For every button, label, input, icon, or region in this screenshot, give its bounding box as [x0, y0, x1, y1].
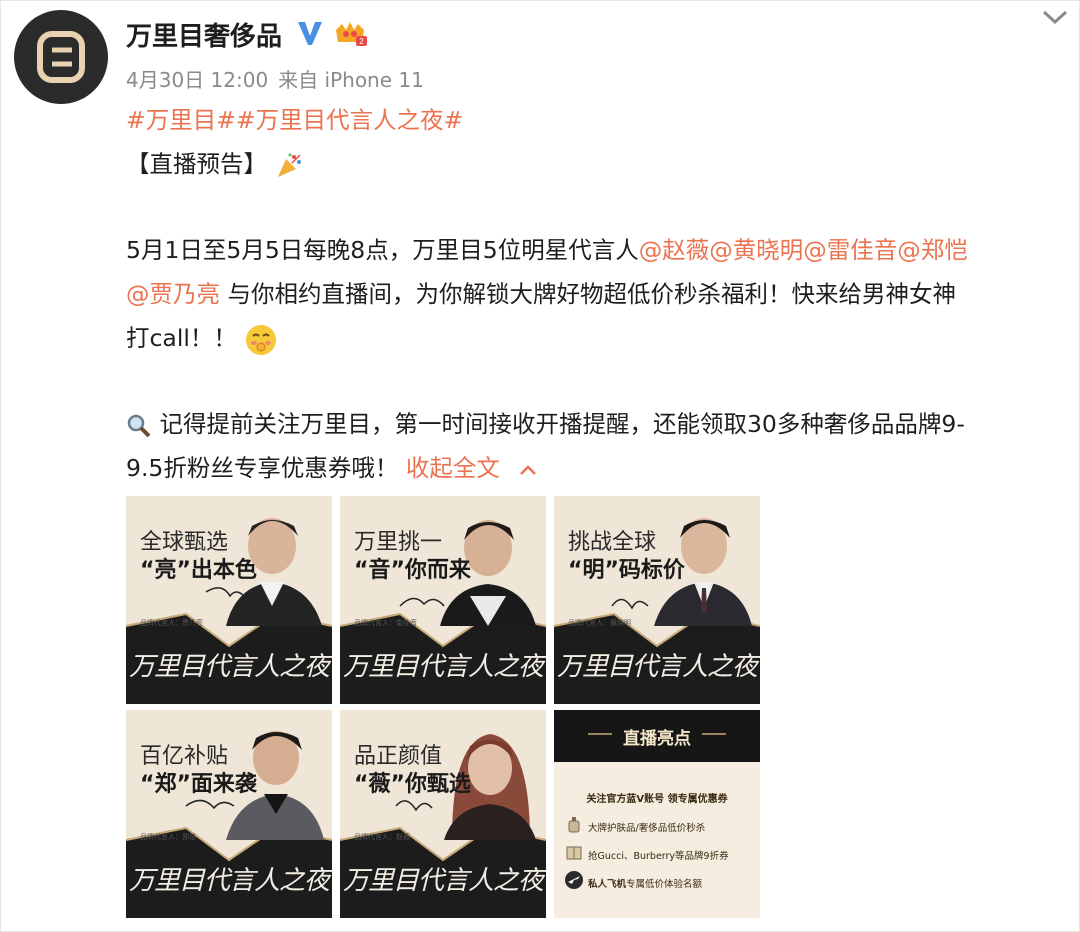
promo-title-line2: “亮”出本色	[140, 558, 257, 583]
promo-image-2[interactable]: 万里挑一 “音”你而来 品牌代言人：雷佳音 万里目代言人之夜	[340, 496, 546, 704]
mention-zhengkai[interactable]: @郑恺	[897, 236, 968, 264]
svg-text:2: 2	[359, 37, 364, 46]
paragraph-2-line-1: 记得提前关注万里目，第一时间接收开播提醒，还能领取30多种奢侈品品牌9-	[126, 402, 1066, 446]
account-name[interactable]: 万里目奢侈品	[126, 16, 282, 53]
preview-line: 【直播预告】	[126, 142, 1066, 186]
post-source: 来自 iPhone 11	[278, 68, 424, 92]
highlight-row-1: 大牌护肤品/奢侈品低价秒杀	[588, 823, 706, 834]
promo-image-4[interactable]: 百亿补贴 “郑”面来袭 品牌代言人：郑恺 万里目代言人之夜	[126, 710, 332, 918]
paragraph-text: 5月1日至5月5日每晚8点，万里目5位明星代言人	[126, 236, 639, 264]
mention-leijiayin[interactable]: @雷佳音	[803, 236, 897, 264]
highlight-row-3-rest: 专属低价体验名额	[626, 879, 703, 890]
promo-banner: 万里目代言人之夜	[128, 652, 330, 682]
highlight-title: 直播亮点	[623, 729, 691, 749]
perfume-bottle-icon	[568, 817, 580, 833]
preview-label: 【直播预告】	[126, 150, 267, 178]
paragraph-text: 记得提前关注万里目，第一时间接收开播提醒，还能领取30多种奢侈品品牌9-	[152, 410, 965, 438]
chevron-up-icon	[520, 464, 537, 475]
paragraph-1-line-3: 打call！！	[126, 316, 1066, 360]
mention-jianailiang[interactable]: @贾乃亮	[126, 280, 220, 308]
paragraph-1-line-2: @贾乃亮 与你相约直播间，为你解锁大牌好物超低价秒杀福利！快来给男神女神	[126, 272, 1066, 316]
paragraph-2-line-2: 9.5折粉丝专享优惠券哦！ 收起全文	[126, 446, 1066, 490]
paragraph-text: 与你相约直播间，为你解锁大牌好物超低价秒杀福利！快来给男神女神	[220, 280, 956, 308]
promo-banner: 万里目代言人之夜	[342, 652, 544, 682]
promo-caption: 品牌代言人：雷佳音	[354, 619, 417, 627]
mention-huangxiaoming[interactable]: @黄晓明	[709, 236, 803, 264]
promo-title-line2: “薇”你甄选	[354, 772, 471, 797]
promo-caption: 品牌代言人：黄晓明	[568, 619, 631, 627]
promo-title-line2: “郑”面来袭	[140, 772, 257, 797]
blush-face-icon	[246, 324, 277, 355]
collapse-text-link[interactable]: 收起全文	[406, 454, 539, 482]
highlight-subtitle: 关注官方蓝V账号 领专属优惠券	[586, 794, 728, 805]
party-popper-icon	[278, 152, 302, 177]
highlight-row-2: 抢Gucci、Burberry等品牌9折券	[588, 851, 729, 862]
topic-links[interactable]: #万里目##万里目代言人之夜#	[126, 106, 463, 134]
coupon-box-icon	[566, 846, 582, 860]
logo-avatar-icon[interactable]	[14, 10, 108, 104]
promo-caption: 品牌代言人：郑恺	[140, 833, 196, 841]
promo-image-1[interactable]: 全球甄选 “亮”出本色 品牌代言人：贾乃亮 万里目代言人之夜	[126, 496, 332, 704]
promo-banner: 万里目代言人之夜	[556, 652, 758, 682]
highlight-row-3-bold: 私人飞机	[588, 879, 627, 890]
paragraph-text: 9.5折粉丝专享优惠券哦！	[126, 454, 399, 482]
paragraph-1-line-1: 5月1日至5月5日每晚8点，万里目5位明星代言人@赵薇@黄晓明@雷佳音@郑恺	[126, 228, 1066, 272]
mention-zhaowei[interactable]: @赵薇	[639, 236, 710, 264]
post-date[interactable]: 4月30日 12:00	[126, 68, 268, 92]
promo-image-3[interactable]: 挑战全球 “明”码标价 品牌代言人：黄晓明 万里目代言人之夜	[554, 496, 760, 704]
chevron-down-icon[interactable]	[1040, 6, 1070, 28]
promo-image-5[interactable]: 品正颜值 “薇”你甄选 品牌代言人：赵薇 万里目代言人之夜	[340, 710, 546, 918]
paragraph-text: 打call！！	[126, 324, 237, 352]
promo-title-line2: “明”码标价	[568, 558, 685, 583]
magnifier-icon	[127, 414, 151, 437]
topic-line: #万里目##万里目代言人之夜#	[126, 98, 1066, 142]
crown-badge-icon[interactable]: 2	[332, 18, 368, 48]
collapse-label: 收起全文	[405, 454, 500, 482]
promo-banner: 万里目代言人之夜	[128, 866, 330, 896]
private-jet-icon	[565, 871, 583, 889]
promo-banner: 万里目代言人之夜	[342, 866, 544, 896]
highlight-row-3: 私人飞机专属低价体验名额	[588, 876, 702, 890]
promo-caption: 品牌代言人：贾乃亮	[140, 619, 203, 627]
live-highlight-image[interactable]: 直播亮点 关注官方蓝V账号 领专属优惠券 大牌护肤品/奢侈品低价秒杀 抢Gucc…	[554, 710, 760, 918]
promo-caption: 品牌代言人：赵薇	[354, 833, 410, 841]
promo-title-line2: “音”你而来	[354, 558, 471, 583]
post-meta: 4月30日 12:00 来自 iPhone 11	[126, 64, 434, 93]
verified-v-icon	[298, 22, 322, 45]
